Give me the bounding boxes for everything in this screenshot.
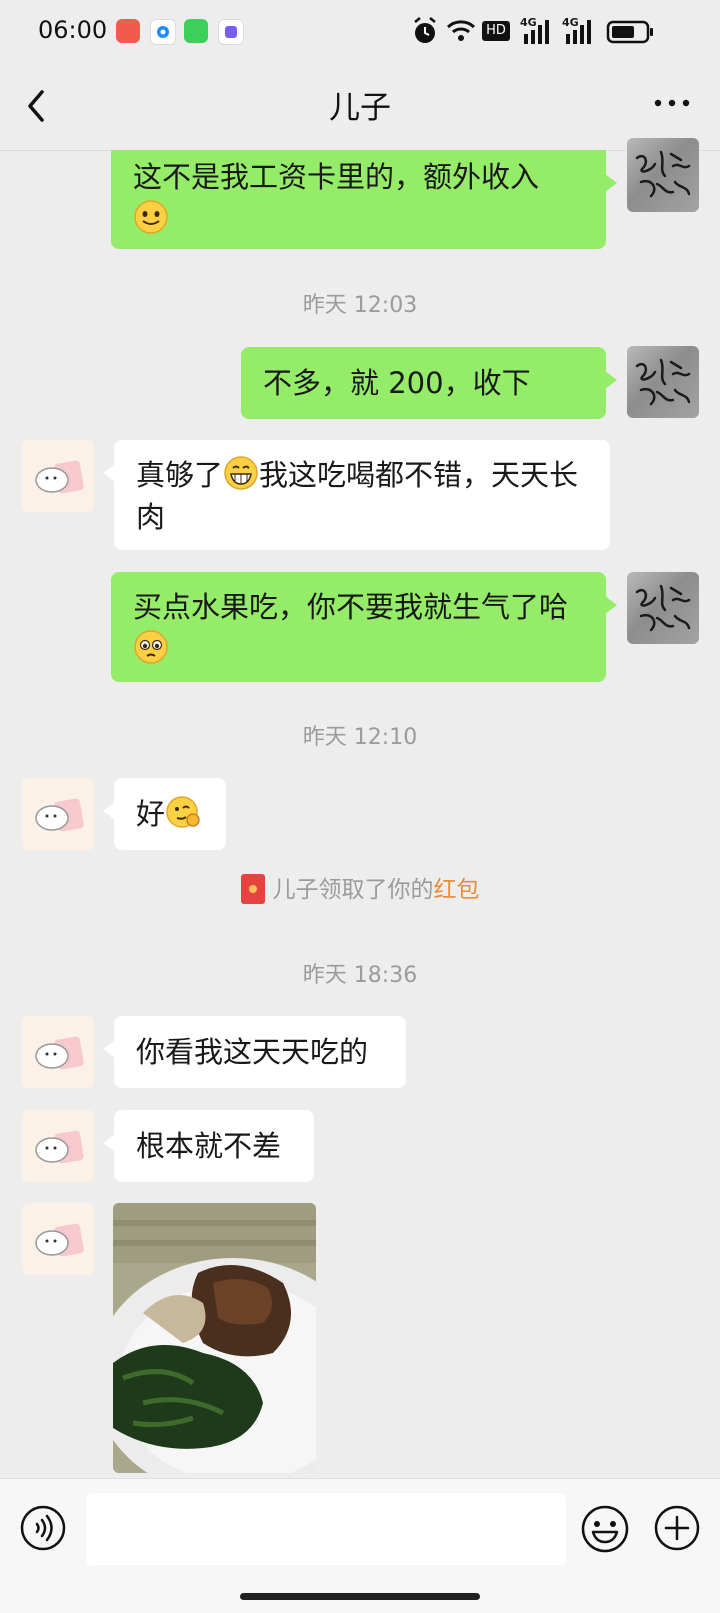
pleading-face-icon: [134, 630, 168, 664]
contact-avatar[interactable]: [22, 440, 94, 512]
emoji-picker-icon[interactable]: [580, 1504, 630, 1554]
message-timestamp: 昨天 12:03: [302, 293, 418, 318]
message-timestamp: 昨天 12:10: [302, 725, 418, 750]
message-input[interactable]: [86, 1493, 566, 1565]
message-bubble-self[interactable]: 买点水果吃，你不要我就生气了哈: [111, 572, 617, 682]
contact-avatar[interactable]: [22, 1110, 94, 1182]
home-indicator[interactable]: [240, 1593, 480, 1600]
chat-title: 儿子: [329, 90, 391, 126]
chat-header: 儿子: [0, 64, 720, 151]
message-bubble-other[interactable]: 根本就不差: [103, 1110, 314, 1182]
my-avatar[interactable]: [627, 346, 699, 418]
message-bubble-other[interactable]: 好: [103, 778, 226, 850]
smiling-face-icon: [134, 200, 168, 234]
music-app-icon: [116, 19, 140, 43]
red-packet-link[interactable]: 红包: [434, 877, 480, 903]
food-photo[interactable]: [113, 1203, 316, 1473]
grinning-face-icon: [224, 456, 258, 490]
message-text: 真够了: [136, 458, 224, 492]
voice-input-icon[interactable]: [19, 1504, 67, 1552]
notice-text: 儿子领取了你的: [272, 877, 434, 903]
contact-avatar[interactable]: [22, 778, 94, 850]
my-avatar[interactable]: [627, 572, 699, 644]
signal-icon-1: 4G: [520, 16, 554, 46]
message-bubble-self[interactable]: 这不是我工资卡里的，额外收入: [111, 150, 617, 249]
message-timestamp: 昨天 18:36: [302, 963, 418, 988]
red-packet-icon: [240, 874, 265, 904]
browser-app-icon: [150, 19, 176, 45]
message-bubble-other[interactable]: 真够了 我这吃喝都不错，天天长肉: [103, 440, 610, 550]
message-text: 好: [136, 797, 166, 831]
store-app-icon: [184, 19, 208, 43]
message-text: 买点水果吃，你不要我就生气了哈: [133, 590, 569, 624]
message-text: 这不是我工资卡里的，额外收入: [133, 160, 540, 194]
more-options-icon[interactable]: [654, 98, 690, 108]
message-bubble-self[interactable]: 不多，就 200，收下吧。: [241, 347, 617, 472]
ok-hand-face-icon: [166, 796, 200, 828]
contact-avatar[interactable]: [22, 1016, 94, 1088]
hd-badge: HD: [482, 21, 510, 41]
status-time: 06:00: [38, 16, 108, 44]
message-text: 你看我这天天吃的: [136, 1035, 369, 1069]
alarm-icon: [414, 17, 436, 43]
chat-app-icon: [218, 19, 244, 45]
wifi-icon: [446, 20, 476, 41]
battery-icon: [606, 20, 653, 44]
message-bubble-other[interactable]: 你看我这天天吃的: [103, 1016, 406, 1088]
input-bar: [0, 1478, 720, 1613]
status-bar: 06:00 HD 4G 4G: [0, 0, 720, 64]
signal-icon-2: 4G: [562, 16, 596, 46]
my-avatar[interactable]: [627, 138, 699, 212]
contact-avatar[interactable]: [22, 1203, 94, 1275]
red-packet-notice: 儿子领取了你的红包: [0, 870, 720, 904]
more-functions-plus-icon[interactable]: [653, 1504, 701, 1552]
message-text: 根本就不差: [136, 1129, 282, 1163]
